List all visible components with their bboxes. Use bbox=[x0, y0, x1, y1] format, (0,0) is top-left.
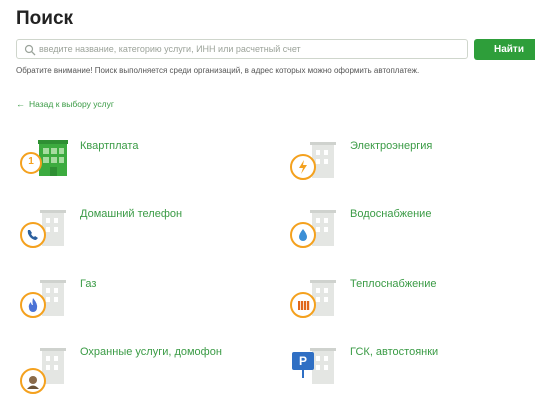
parking-sign-icon: P bbox=[292, 352, 314, 370]
gas-flame-icon bbox=[20, 278, 72, 322]
category-heating[interactable]: Теплоснабжение bbox=[290, 278, 530, 322]
back-link-label: Назад к выбору услуг bbox=[29, 99, 114, 109]
category-label: Водоснабжение bbox=[350, 208, 432, 220]
find-button[interactable]: Найти bbox=[474, 39, 535, 60]
category-elektroenergiya[interactable]: Электроэнергия bbox=[290, 140, 530, 184]
search-box[interactable] bbox=[16, 39, 468, 59]
parking-sign-text: P bbox=[298, 354, 307, 368]
category-label: ГСК, автостоянки bbox=[350, 346, 439, 358]
badge-number: 1 bbox=[28, 156, 34, 167]
lightning-icon bbox=[290, 140, 342, 184]
page-title: Поиск bbox=[16, 8, 74, 29]
badge-number-icon: 1 bbox=[20, 152, 42, 174]
phone-icon bbox=[20, 208, 72, 252]
apartment-building-icon: 1 bbox=[20, 140, 72, 184]
category-label: Квартплата bbox=[80, 140, 139, 152]
radiator-icon bbox=[290, 278, 342, 322]
search-input[interactable] bbox=[39, 41, 459, 57]
arrow-left-icon: ← bbox=[16, 99, 25, 109]
category-water[interactable]: Водоснабжение bbox=[290, 208, 530, 252]
category-label: Домашний телефон bbox=[80, 208, 183, 220]
parking-sign-post bbox=[302, 370, 304, 378]
category-label: Газ bbox=[80, 278, 97, 290]
category-parking[interactable]: P ГСК, автостоянки bbox=[290, 346, 530, 390]
category-label: Охранные услуги, домофон bbox=[80, 346, 222, 358]
back-to-services-link[interactable]: ← Назад к выбору услуг bbox=[16, 99, 114, 109]
guard-icon bbox=[20, 346, 72, 394]
category-gas[interactable]: Газ bbox=[20, 278, 260, 322]
parking-icon: P bbox=[290, 346, 342, 390]
category-label: Теплоснабжение bbox=[350, 278, 437, 290]
water-drop-icon bbox=[290, 208, 342, 252]
search-notice: Обратите внимание! Поиск выполняется сре… bbox=[16, 66, 420, 75]
category-home-phone[interactable]: Домашний телефон bbox=[20, 208, 260, 252]
category-security[interactable]: Охранные услуги, домофон bbox=[20, 346, 280, 394]
category-kvartplata[interactable]: 1 Квартплата bbox=[20, 140, 260, 184]
category-label: Электроэнергия bbox=[350, 140, 433, 152]
search-icon bbox=[24, 44, 36, 56]
